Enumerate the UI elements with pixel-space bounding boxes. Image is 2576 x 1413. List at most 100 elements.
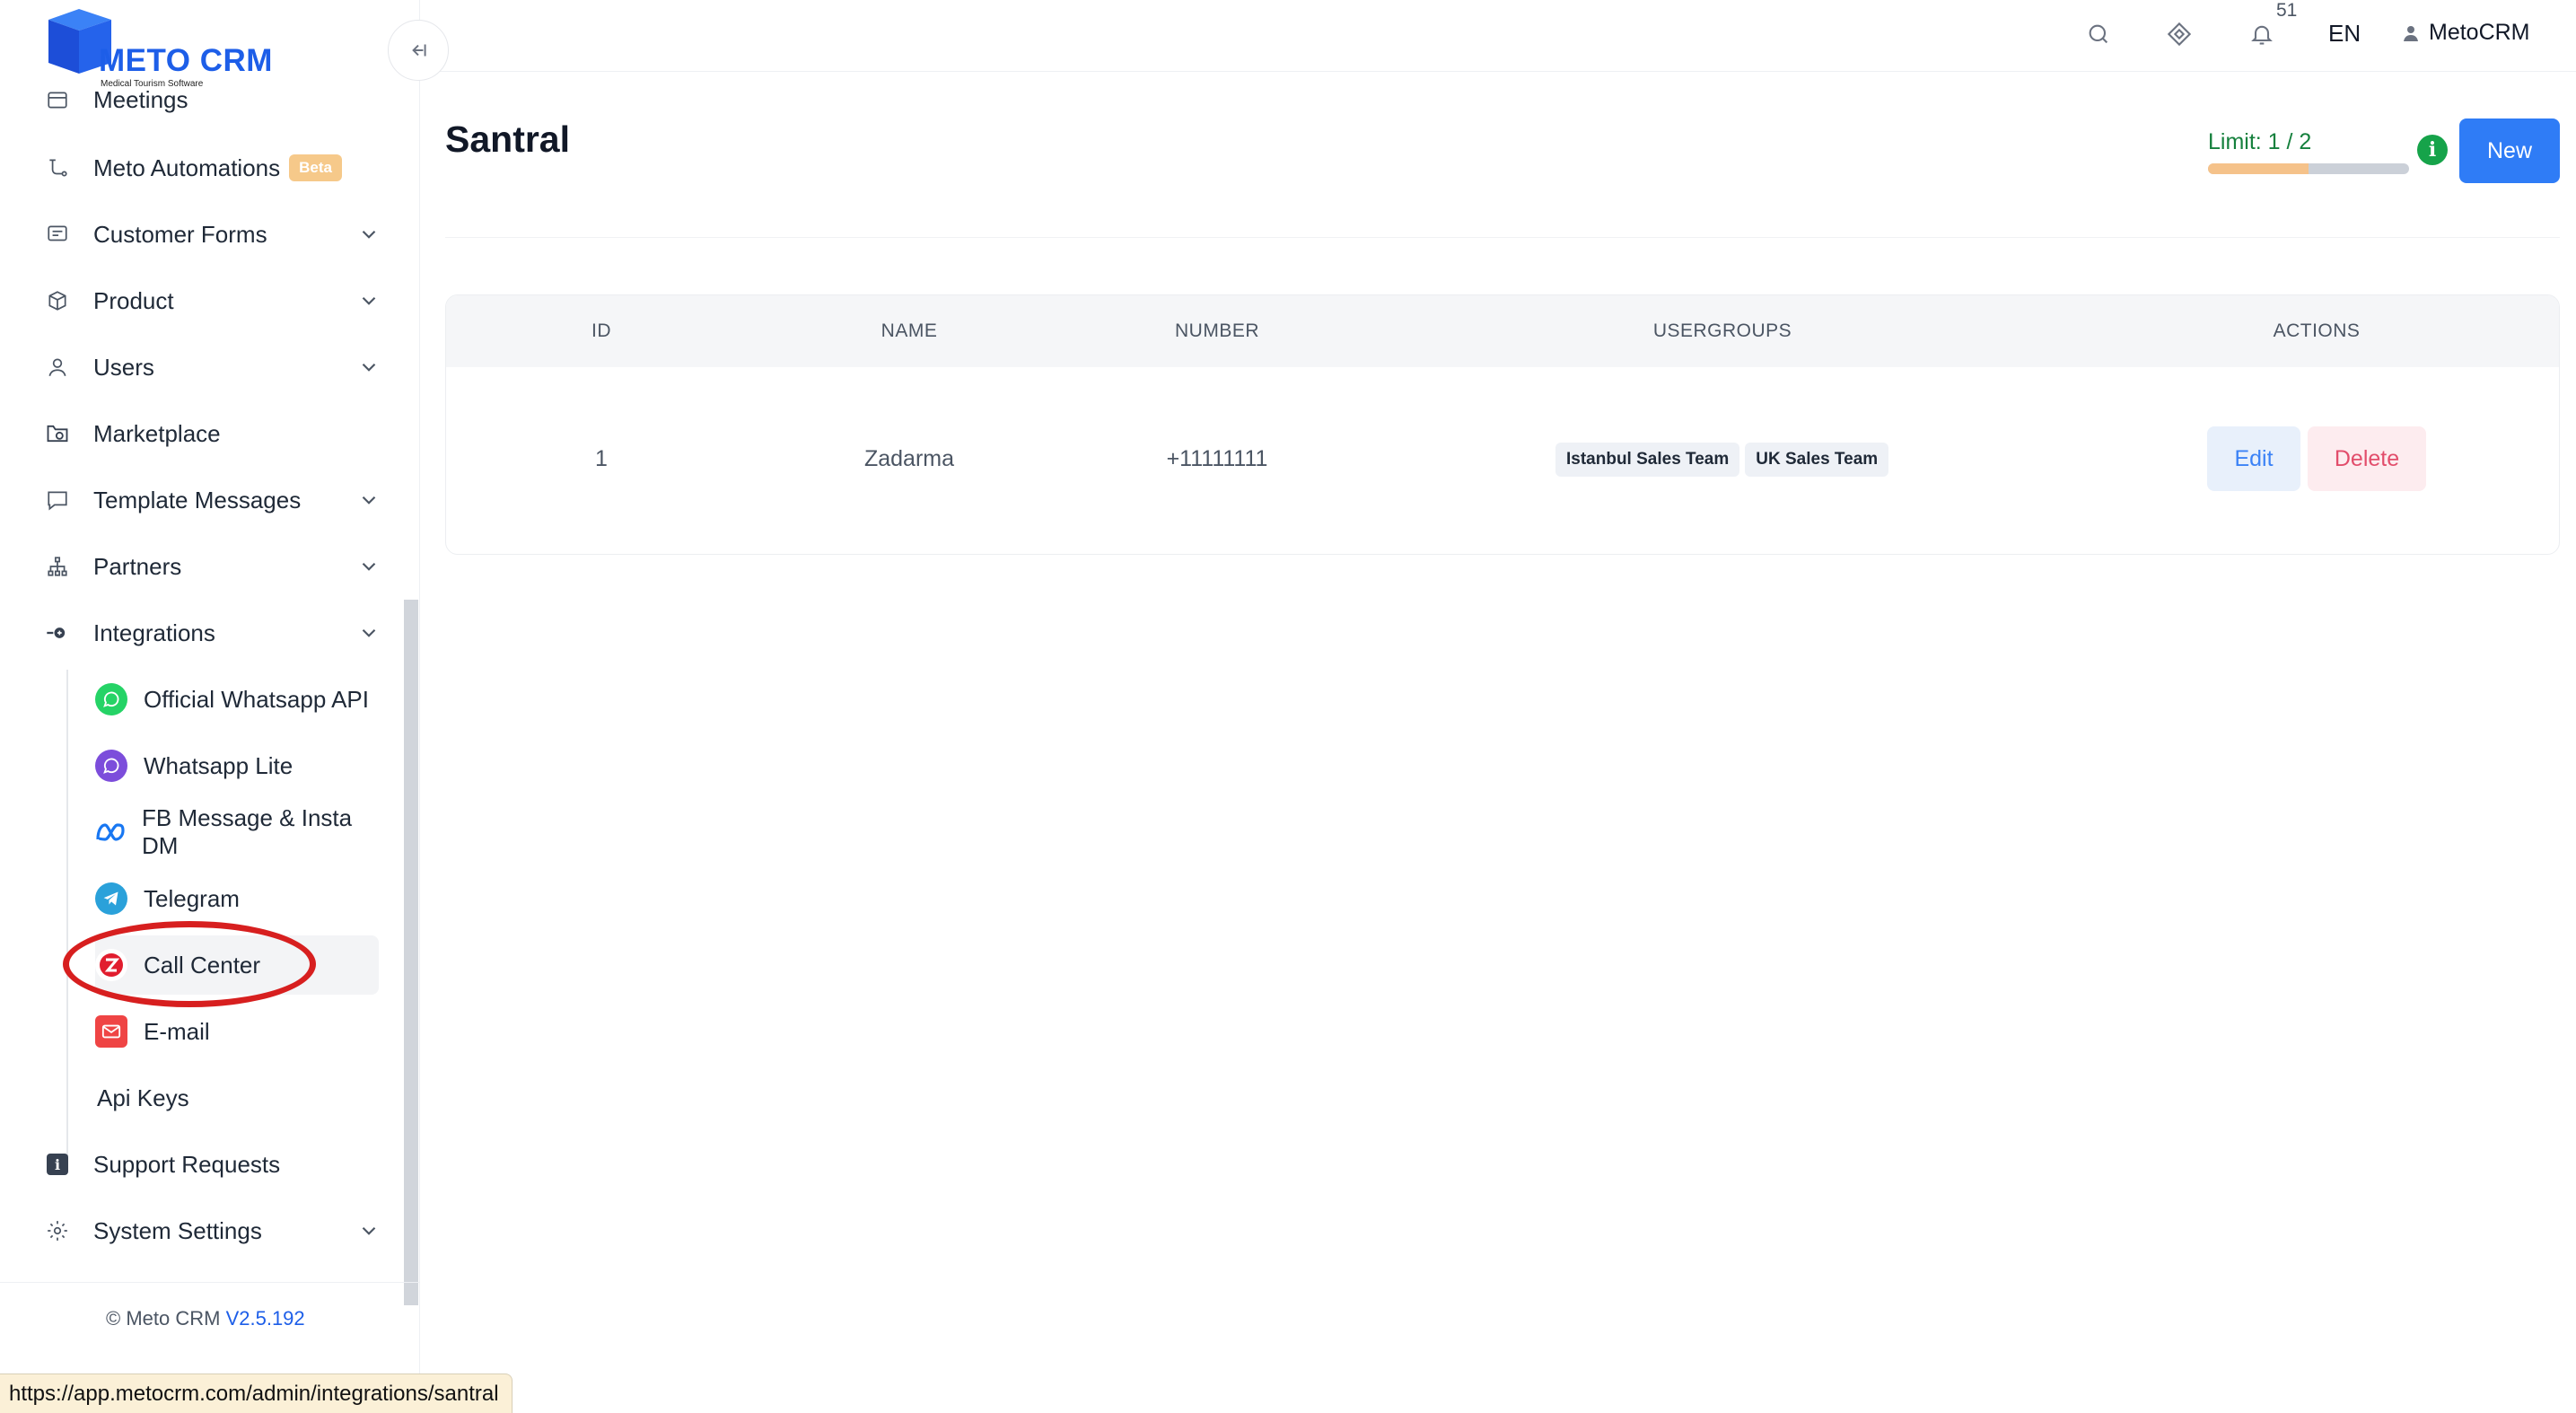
partners-icon: [39, 549, 75, 584]
marketplace-icon: [39, 416, 75, 452]
user-menu[interactable]: MetoCRM: [2400, 20, 2530, 46]
cell-usergroups: Istanbul Sales Team UK Sales Team: [1555, 443, 1889, 477]
delete-button[interactable]: Delete: [2308, 426, 2426, 491]
sidebar-item-call-center[interactable]: Call Center: [95, 935, 379, 995]
gear-icon: [39, 1213, 75, 1249]
sidebar-item-label: FB Message & Insta DM: [142, 804, 353, 859]
sidebar-item-label: System Settings: [93, 1216, 262, 1244]
sidebar-item-api-keys[interactable]: Api Keys: [97, 1068, 381, 1128]
sidebar-item-system-settings[interactable]: System Settings: [39, 1201, 381, 1260]
user-name: MetoCRM: [2429, 20, 2530, 45]
search-icon[interactable]: [2082, 18, 2115, 50]
zadarma-icon: [95, 949, 127, 981]
chevron-down-icon: [362, 628, 376, 637]
sidebar-item-whatsapp-lite[interactable]: Whatsapp Lite: [95, 736, 379, 795]
sidebar-item-label: Telegram: [144, 884, 240, 912]
bell-icon[interactable]: [2246, 18, 2278, 50]
limit-label: Limit: 1 / 2: [2208, 129, 2312, 154]
integrations-icon: [39, 615, 75, 651]
app-logo[interactable]: METO CRM Medical Tourism Software: [43, 7, 294, 89]
box-icon: [39, 283, 75, 319]
sidebar-item-label: Marketplace: [93, 419, 221, 447]
info-icon[interactable]: i: [2417, 135, 2448, 165]
sidebar-item-customer-forms[interactable]: Customer Forms: [39, 205, 381, 264]
sidebar-item-support-requests[interactable]: i Support Requests: [39, 1135, 381, 1194]
chevron-down-icon: [362, 363, 376, 372]
beta-badge: Beta: [289, 154, 342, 181]
sidebar-item-partners[interactable]: Partners: [39, 537, 381, 596]
collapse-sidebar-button[interactable]: [388, 20, 449, 81]
automation-icon: [39, 150, 75, 186]
sidebar-item-label: Partners: [93, 552, 182, 580]
sidebar-item-label: Integrations: [93, 619, 215, 646]
sidebar-item-label: Product: [93, 286, 174, 314]
chevron-down-icon: [362, 230, 376, 239]
topbar: 51 EN MetoCRM: [420, 0, 2576, 72]
column-header-name: NAME: [881, 320, 938, 341]
sidebar-footer-divider: [0, 1282, 420, 1283]
version-link[interactable]: V2.5.192: [226, 1307, 305, 1330]
notification-count: 51: [2276, 0, 2298, 21]
limit-progress-bar: [2208, 163, 2409, 174]
sidebar-item-fb-message-insta-dm[interactable]: FB Message & Insta DM: [95, 803, 379, 862]
sidebar-item-email[interactable]: E-mail: [95, 1002, 379, 1061]
santral-table: ID NAME NUMBER USERGROUPS ACTIONS 1 Zada…: [445, 294, 2560, 555]
sidebar-item-meto-automations[interactable]: Meto Automations Beta: [39, 138, 381, 197]
user-icon: [2404, 25, 2418, 41]
meta-icon: [95, 816, 126, 848]
telegram-icon: [95, 882, 127, 915]
sidebar-item-label: E-mail: [144, 1017, 210, 1045]
sidebar-item-official-whatsapp-api[interactable]: Official Whatsapp API: [95, 670, 379, 729]
sidebar-item-label: Customer Forms: [93, 220, 267, 248]
copyright-text: © Meto CRM: [106, 1307, 221, 1330]
sidebar-nav: Meetings Meto Automations Beta Customer …: [0, 81, 404, 1284]
usergroup-tag: UK Sales Team: [1745, 443, 1889, 477]
sidebar-item-label: Support Requests: [93, 1150, 281, 1178]
cell-name: Zadarma: [863, 446, 955, 471]
sidebar-item-label: Meto Automations: [93, 154, 281, 181]
cell-number: +11111111: [1166, 446, 1268, 471]
sidebar-item-meetings[interactable]: Meetings: [39, 81, 381, 129]
table-header: ID NAME NUMBER USERGROUPS ACTIONS: [446, 295, 2559, 367]
sidebar-item-integrations[interactable]: Integrations: [39, 603, 381, 663]
sidebar-item-label: Meetings: [93, 85, 188, 113]
sidebar-item-label: Call Center: [144, 951, 261, 979]
email-icon: [95, 1015, 127, 1048]
page-title: Santral: [445, 118, 570, 160]
collapse-left-icon: [412, 44, 426, 57]
whatsapp-icon: [95, 683, 127, 715]
content-divider: [445, 237, 2560, 238]
sidebar-item-template-messages[interactable]: Template Messages: [39, 470, 381, 530]
sidebar-item-telegram[interactable]: Telegram: [95, 869, 379, 928]
language-selector[interactable]: EN: [2328, 20, 2361, 48]
sidebar-item-marketplace[interactable]: Marketplace: [39, 404, 381, 463]
sidebar-item-label: Users: [93, 353, 154, 381]
chevron-down-icon: [362, 1226, 376, 1235]
diamond-icon[interactable]: [2163, 18, 2195, 50]
chevron-down-icon: [362, 496, 376, 505]
edit-button[interactable]: Edit: [2207, 426, 2300, 491]
copyright: © Meto CRM V2.5.192: [106, 1307, 305, 1330]
submenu-guide-line: [66, 670, 68, 1171]
column-header-actions: ACTIONS: [2273, 320, 2361, 341]
calendar-icon: [39, 82, 75, 118]
limit-progress-fill: [2208, 163, 2309, 174]
sidebar: METO CRM Medical Tourism Software Meetin…: [0, 0, 420, 1413]
form-icon: [39, 216, 75, 252]
user-icon: [39, 349, 75, 385]
column-header-usergroups: USERGROUPS: [1652, 320, 1792, 341]
whatsapp-lite-icon: [95, 750, 127, 782]
status-bar-url: https://app.metocrm.com/admin/integratio…: [0, 1374, 513, 1413]
sidebar-item-label: Api Keys: [97, 1084, 189, 1111]
usergroup-tag: Istanbul Sales Team: [1555, 443, 1740, 477]
message-icon: [39, 482, 75, 518]
sidebar-item-product[interactable]: Product: [39, 271, 381, 330]
sidebar-item-label: Whatsapp Lite: [144, 751, 294, 779]
sidebar-item-users[interactable]: Users: [39, 338, 381, 397]
sidebar-item-label: Official Whatsapp API: [144, 685, 369, 713]
new-button[interactable]: New: [2459, 118, 2560, 183]
column-header-number: NUMBER: [1174, 320, 1260, 341]
sidebar-scrollbar[interactable]: [404, 600, 418, 1305]
sidebar-item-label: Template Messages: [93, 486, 302, 513]
info-square-icon: i: [39, 1146, 75, 1182]
